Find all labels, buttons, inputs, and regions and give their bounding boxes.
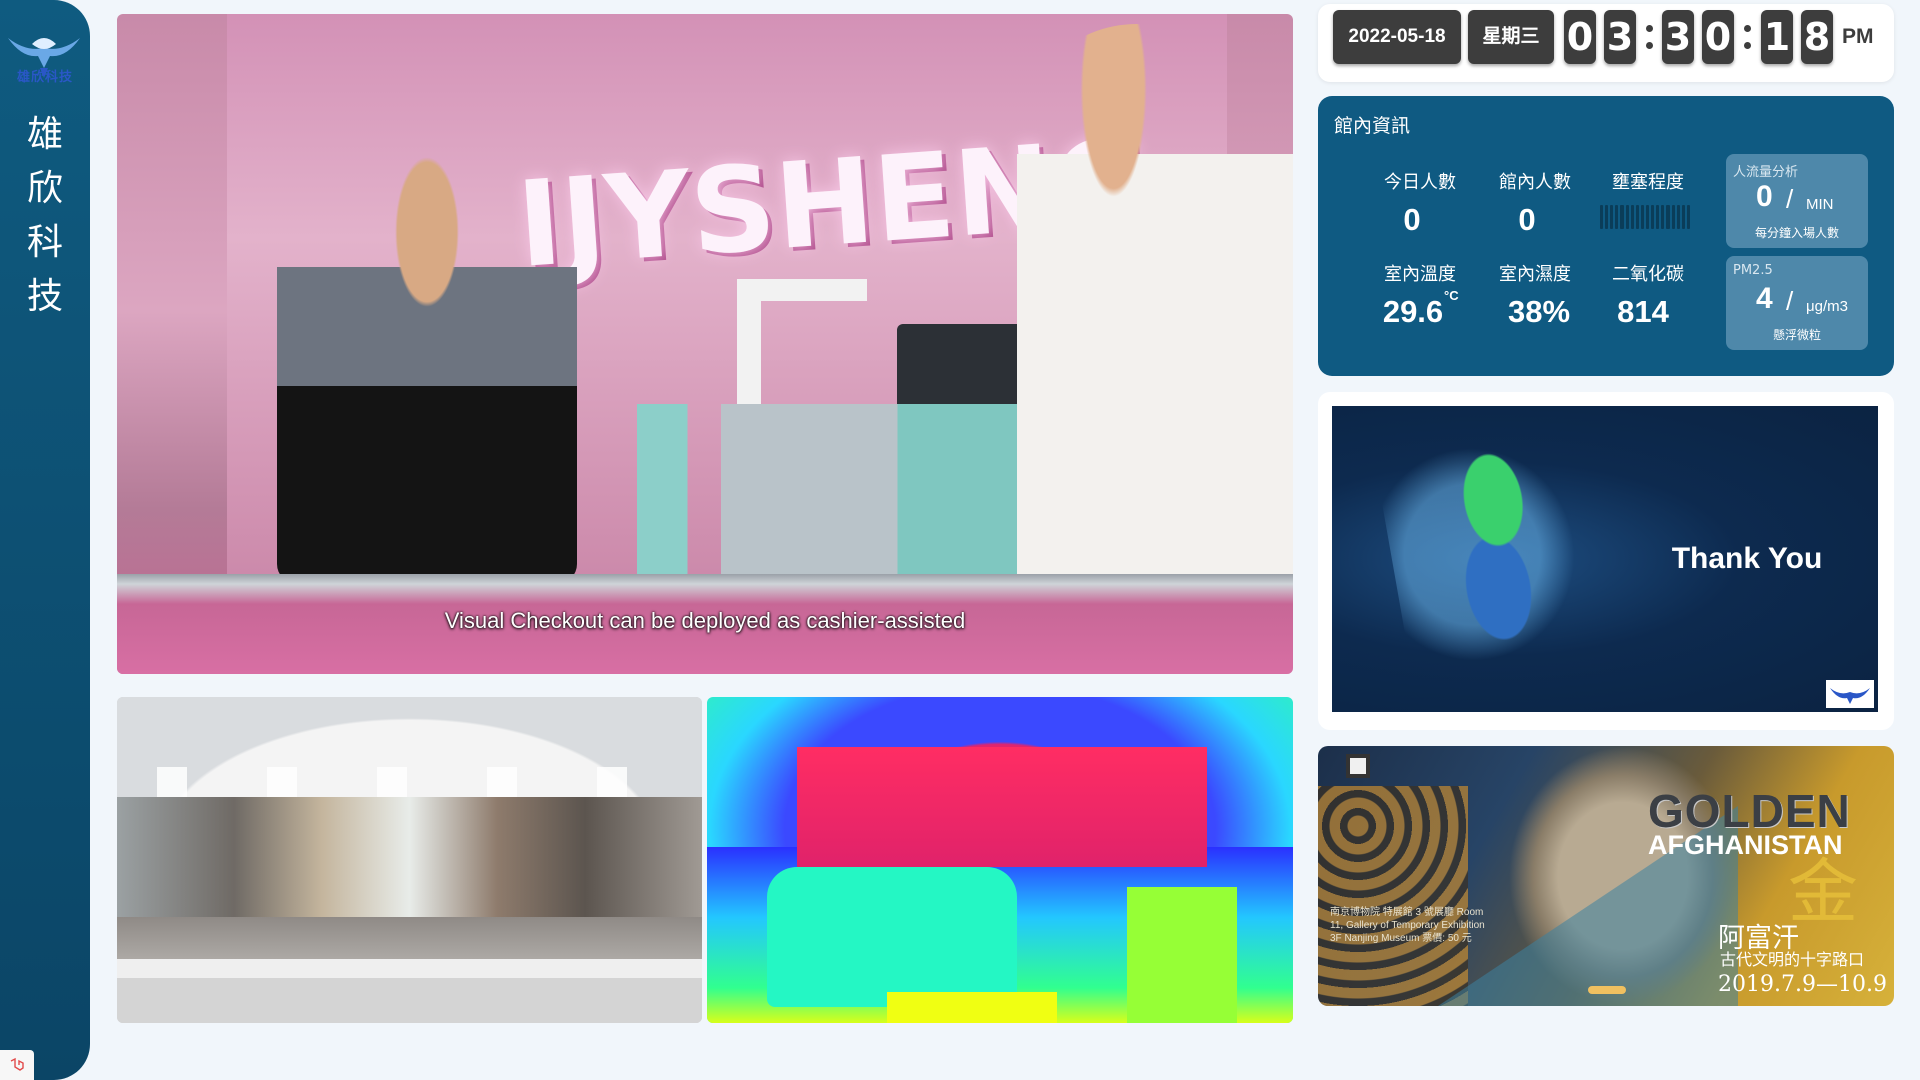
pm25-subtitle: 懸浮微粒 [1772, 328, 1821, 342]
logo-text: 雄欣科技 [16, 69, 73, 84]
depth-object [887, 992, 1057, 1023]
depth-wall [797, 747, 1207, 867]
poster-date: 2019.7.9—10.9 [1718, 972, 1887, 997]
brand-char: 技 [26, 276, 63, 317]
cashier-figure [277, 144, 577, 584]
minute-digit: 0 [1702, 10, 1734, 64]
ampm-indicator: PM [1842, 25, 1874, 48]
brand-name: 雄 欣 科 技 [0, 108, 90, 324]
co2-label: 二氧化碳 [1612, 264, 1684, 285]
poster-cn-subtitle: 古代文明的十字路口 [1720, 950, 1865, 969]
inside-count-label: 館內人數 [1499, 172, 1571, 193]
inside-count-value: 0 [1518, 202, 1536, 237]
slide-logo-icon [1826, 680, 1874, 708]
poster-title-line2: AFGHANISTAN [1648, 830, 1843, 860]
dancer-image [1371, 410, 1613, 692]
poster-details: 南京博物院 特展館 3 號展廳 Room 11, Gallery of Temp… [1330, 907, 1485, 944]
flow-slash: / [1786, 184, 1794, 214]
co2-value: 814 [1617, 294, 1669, 329]
pano-base [117, 959, 702, 1023]
sidebar: 雄欣科技 雄 欣 科 技 [0, 0, 90, 1080]
depth-object [767, 867, 1017, 1007]
hour-digit: 0 [1564, 10, 1596, 64]
depth-camera-video[interactable] [707, 697, 1293, 1023]
flow-unit: MIN [1806, 196, 1834, 213]
main-video[interactable]: IJYSHENG Visual Checkout can be deployed… [117, 14, 1293, 674]
time-colon [1741, 14, 1753, 60]
temperature-label: 室內溫度 [1384, 264, 1456, 285]
exhibition-poster[interactable]: 金 GOLDEN AFGHANISTAN 南京博物院 特展館 3 號展廳 Roo… [1318, 746, 1894, 1006]
video-subtitle: Visual Checkout can be deployed as cashi… [444, 608, 966, 633]
flow-subtitle: 每分鐘入場人數 [1754, 226, 1839, 240]
pm25-title: PM2.5 [1733, 263, 1773, 278]
pm25-slash: / [1786, 286, 1794, 316]
brand-char: 雄 [26, 114, 63, 155]
info-title: 館內資訊 [1334, 115, 1411, 137]
laravel-icon[interactable] [0, 1050, 34, 1080]
time-colon [1643, 14, 1655, 60]
slide-text: Thank You [1671, 542, 1823, 575]
counter-goods [637, 404, 1057, 584]
date-display: 2022-05-18 [1333, 10, 1461, 64]
flow-value: 0 [1756, 180, 1773, 213]
pm25-card: PM2.5 4 / μg/m3 懸浮微粒 [1726, 256, 1868, 350]
humidity-value: 38% [1507, 294, 1571, 329]
slide-card: Thank You [1318, 392, 1894, 730]
minute-digit: 3 [1662, 10, 1694, 64]
congestion-bar [1600, 205, 1690, 229]
brand-char: 科 [26, 222, 63, 263]
flow-title: 人流量分析 [1733, 165, 1799, 180]
flow-analysis-card: 人流量分析 0 / MIN 每分鐘入場人數 [1726, 154, 1868, 248]
humidity-label: 室內濕度 [1499, 264, 1571, 285]
congestion-label: 壅塞程度 [1612, 172, 1684, 193]
brand-char: 欣 [26, 168, 63, 209]
pm25-value: 4 [1756, 282, 1773, 315]
temperature-unit: °C [1444, 288, 1459, 303]
today-count-label: 今日人數 [1384, 172, 1456, 193]
second-digit: 1 [1761, 10, 1793, 64]
qr-code-icon [1346, 754, 1370, 778]
depth-object [1127, 887, 1237, 1023]
carousel-indicator[interactable] [1588, 986, 1626, 994]
pm25-unit: μg/m3 [1806, 298, 1848, 315]
hour-digit: 3 [1604, 10, 1636, 64]
weekday-display: 星期三 [1468, 10, 1554, 64]
panorama-video[interactable] [117, 697, 702, 1023]
today-count-value: 0 [1403, 202, 1421, 237]
slide-display[interactable]: Thank You [1332, 406, 1878, 712]
second-digit: 8 [1801, 10, 1833, 64]
